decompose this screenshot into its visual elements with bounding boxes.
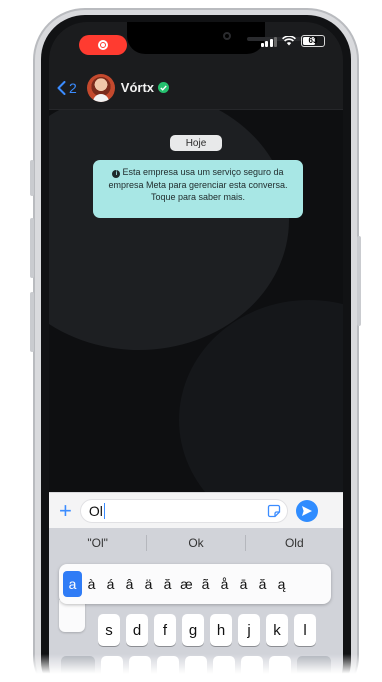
- accent-option[interactable]: ã: [196, 571, 215, 597]
- shift-key[interactable]: [61, 656, 95, 682]
- key[interactable]: [241, 656, 263, 682]
- key[interactable]: [185, 656, 207, 682]
- keyboard-row-2: s d f g h j k l: [49, 614, 343, 648]
- date-label: Hoje: [170, 135, 222, 151]
- accent-option[interactable]: å: [215, 571, 234, 597]
- prediction-bar: "Ol" Ok Old: [49, 528, 343, 558]
- key[interactable]: h: [210, 614, 232, 646]
- message-input-value: Ol: [88, 502, 103, 519]
- key[interactable]: j: [238, 614, 260, 646]
- keyboard-row-3: [49, 656, 343, 682]
- prediction-item[interactable]: Old: [246, 536, 343, 550]
- camera-icon: [223, 32, 231, 40]
- key[interactable]: [129, 656, 151, 682]
- side-button: [30, 160, 34, 196]
- key[interactable]: [157, 656, 179, 682]
- notice-text: Esta empresa usa um serviço seguro da em…: [108, 167, 288, 202]
- accent-option[interactable]: â: [120, 571, 139, 597]
- accent-option[interactable]: ą: [272, 571, 291, 597]
- plus-icon[interactable]: +: [59, 499, 72, 522]
- accent-option[interactable]: á: [101, 571, 120, 597]
- key[interactable]: g: [182, 614, 204, 646]
- screen-recording-icon[interactable]: [79, 35, 127, 55]
- sticker-icon[interactable]: [267, 504, 281, 521]
- chat-area: Hoje i Esta empresa usa um serviço seguro…: [49, 110, 343, 492]
- side-button: [30, 292, 34, 352]
- accent-option[interactable]: ā: [234, 571, 253, 597]
- composer-bar: + Ol: [49, 492, 343, 528]
- key[interactable]: l: [294, 614, 316, 646]
- accent-option[interactable]: a: [63, 571, 82, 597]
- accent-option[interactable]: æ: [177, 571, 196, 597]
- prediction-item[interactable]: Ok: [147, 536, 244, 550]
- back-button[interactable]: 2: [57, 80, 77, 96]
- unread-count: 2: [69, 79, 77, 96]
- chevron-left-icon: [57, 80, 66, 95]
- verified-badge-icon: [158, 82, 170, 93]
- status-icons: 63: [260, 35, 325, 47]
- notch: [127, 22, 311, 54]
- phone-screen: 63 2 Vórtx Hoje i Esta empresa usa um se…: [49, 22, 343, 682]
- key[interactable]: d: [126, 614, 148, 646]
- phone-mockup: 63 2 Vórtx Hoje i Esta empresa usa um se…: [0, 0, 382, 682]
- text-caret: [103, 502, 106, 519]
- wifi-icon: [282, 36, 296, 46]
- keyboard: "Ol" Ok Old a à á â ä ă æ ã å ā ă ą s d …: [49, 528, 343, 682]
- encryption-notice[interactable]: i Esta empresa usa um serviço seguro da e…: [93, 160, 303, 218]
- key[interactable]: k: [266, 614, 288, 646]
- delete-key[interactable]: [297, 656, 331, 682]
- signal-icon: [260, 36, 277, 47]
- accent-option[interactable]: ă: [158, 571, 177, 597]
- key[interactable]: [213, 656, 235, 682]
- side-button: [357, 236, 361, 326]
- key[interactable]: [101, 656, 123, 682]
- contact-name[interactable]: Vórtx: [121, 80, 154, 95]
- prediction-item[interactable]: "Ol": [49, 536, 146, 550]
- send-icon[interactable]: [295, 499, 318, 522]
- status-bar: 63: [49, 22, 343, 66]
- battery-icon: 63: [301, 35, 325, 47]
- side-button: [30, 218, 34, 278]
- avatar[interactable]: [86, 73, 115, 102]
- info-icon: i: [112, 170, 121, 178]
- message-input[interactable]: Ol: [79, 498, 288, 523]
- battery-level: 63: [308, 36, 318, 45]
- accent-option[interactable]: ă: [253, 571, 272, 597]
- key[interactable]: f: [154, 614, 176, 646]
- accent-popup: a à á â ä ă æ ã å ā ă ą: [59, 564, 331, 604]
- key[interactable]: s: [98, 614, 120, 646]
- accent-option[interactable]: à: [82, 571, 101, 597]
- key[interactable]: [269, 656, 291, 682]
- accent-option[interactable]: ä: [139, 571, 158, 597]
- chat-header: 2 Vórtx: [49, 66, 343, 110]
